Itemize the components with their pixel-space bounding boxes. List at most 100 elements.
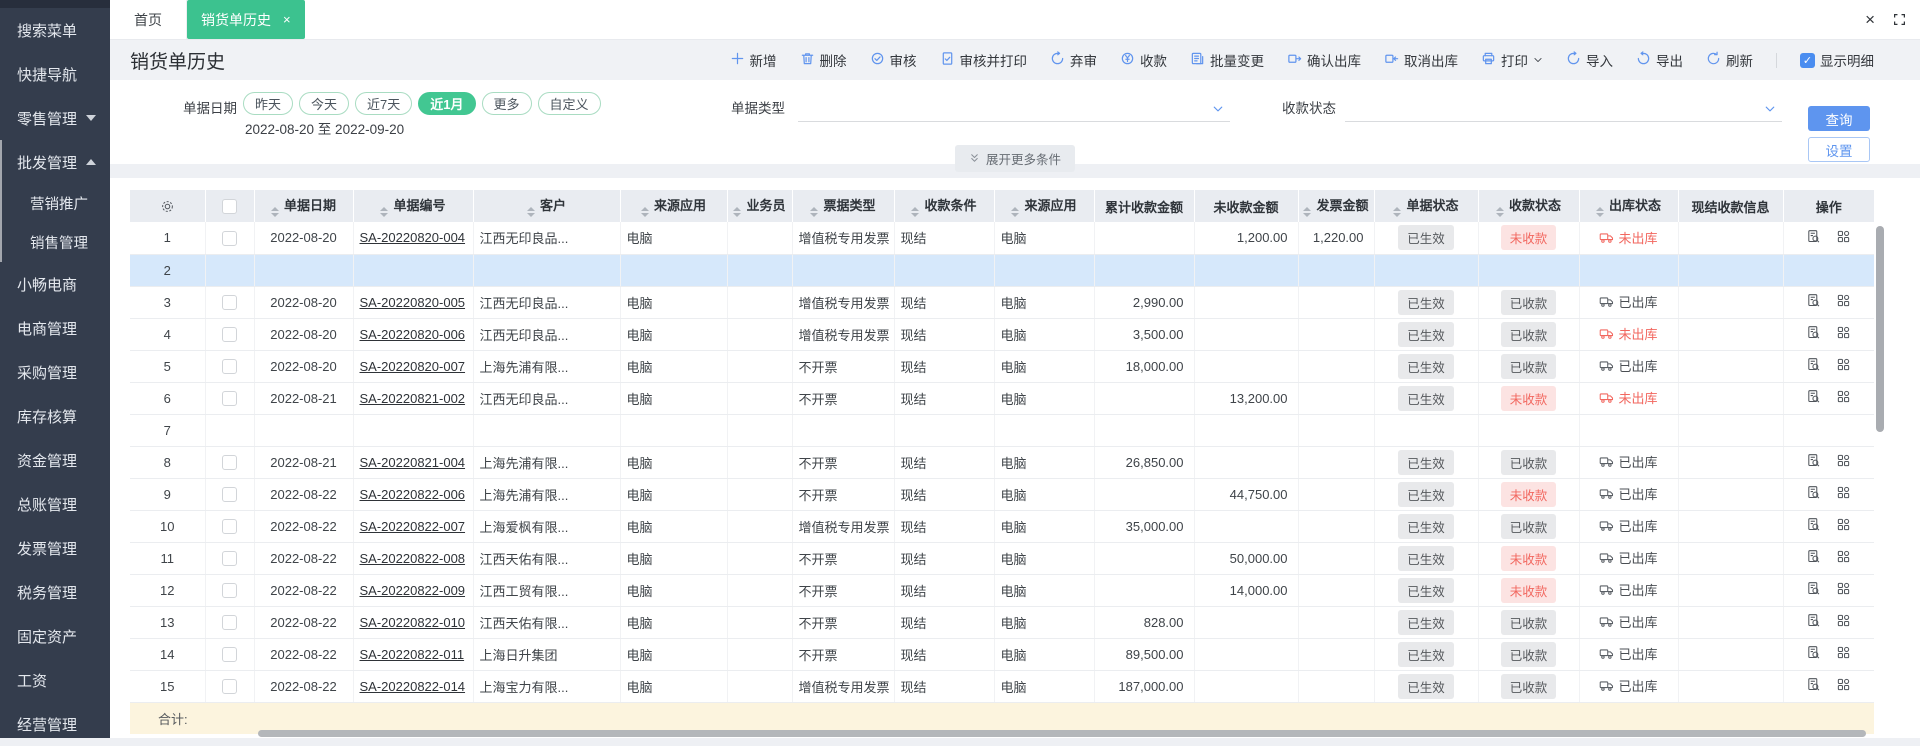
column-header-7[interactable]: 票据类型 [792,190,894,222]
doc-search-icon[interactable] [1806,677,1821,692]
sort-icon[interactable] [1496,207,1504,217]
toolbar-button-9[interactable]: 打印 [1481,50,1543,70]
grid-icon[interactable] [1836,325,1851,340]
grid-icon[interactable] [1836,645,1851,660]
sidebar-item-11[interactable]: 总账管理 [0,482,110,526]
grid-icon[interactable] [1836,549,1851,564]
row-checkbox[interactable] [222,487,237,502]
doc-number-link[interactable]: SA-20220821-002 [360,391,466,406]
doc-number-link[interactable]: SA-20220822-009 [360,583,466,598]
sort-icon[interactable] [1011,207,1019,217]
table-row-3[interactable]: 32022-08-20SA-20220820-005江西无印良品...电脑增值税… [130,286,1874,318]
grid-icon[interactable] [1836,613,1851,628]
settings-button[interactable]: 设置 [1808,137,1870,162]
sort-icon[interactable] [911,207,919,217]
column-header-15[interactable]: 出库状态 [1579,190,1678,222]
toolbar-button-11[interactable]: 导出 [1636,50,1683,70]
column-header-6[interactable]: 业务员 [727,190,792,222]
date-pill-0[interactable]: 昨天 [243,92,293,115]
date-pill-5[interactable]: 自定义 [538,92,601,115]
column-header-13[interactable]: 单据状态 [1374,190,1478,222]
doc-number-link[interactable]: SA-20220822-011 [360,647,465,662]
table-row-1[interactable]: 12022-08-20SA-20220820-004江西无印良品...电脑增值税… [130,222,1874,254]
column-header-11[interactable]: 未收款金额 [1194,190,1298,222]
column-header-16[interactable]: 现结收款信息 [1678,190,1783,222]
column-header-12[interactable]: 发票金额 [1298,190,1374,222]
doc-number-link[interactable]: SA-20220821-004 [360,455,466,470]
doc-search-icon[interactable] [1806,549,1821,564]
column-header-9[interactable]: 来源应用 [994,190,1094,222]
table-row-2[interactable]: 2 [130,254,1874,286]
column-header-4[interactable]: 客户 [473,190,620,222]
sidebar-item-8[interactable]: 采购管理 [0,350,110,394]
grid-icon[interactable] [1836,485,1851,500]
doc-number-link[interactable]: SA-20220820-004 [360,230,466,245]
row-checkbox[interactable] [222,231,237,246]
vertical-scrollbar-thumb[interactable] [1876,226,1884,432]
doc-search-icon[interactable] [1806,645,1821,660]
table-row-7[interactable]: 7 [130,414,1874,446]
row-checkbox[interactable] [222,295,237,310]
grid-icon[interactable] [1836,229,1851,244]
row-checkbox[interactable] [222,615,237,630]
column-header-2[interactable]: 单据日期 [254,190,353,222]
column-header-8[interactable]: 收款条件 [894,190,994,222]
doc-search-icon[interactable] [1806,581,1821,596]
row-checkbox[interactable] [222,583,237,598]
doc-search-icon[interactable] [1806,389,1821,404]
show-detail-toggle[interactable]: ✓显示明细 [1800,50,1874,70]
column-header-1[interactable] [205,190,254,222]
doc-number-link[interactable]: SA-20220820-007 [360,359,466,374]
sort-icon[interactable] [733,207,741,217]
row-checkbox[interactable] [222,327,237,342]
tab-close-icon[interactable]: × [283,12,291,27]
grid-icon[interactable] [1836,517,1851,532]
table-row-10[interactable]: 102022-08-22SA-20220822-007上海爱枫有限...电脑增值… [130,510,1874,542]
sort-icon[interactable] [527,207,535,217]
sidebar-item-13[interactable]: 税务管理 [0,570,110,614]
doc-search-icon[interactable] [1806,517,1821,532]
table-row-12[interactable]: 122022-08-22SA-20220822-009江西工贸有限...电脑不开… [130,574,1874,606]
row-checkbox[interactable] [222,519,237,534]
sidebar-item-0[interactable]: 搜索菜单 [0,8,110,52]
fullscreen-icon[interactable] [1893,13,1906,26]
sidebar-item-15[interactable]: 工资 [0,658,110,702]
tab-sales-history[interactable]: 销货单历史 × [187,0,305,39]
pay-status-select[interactable] [1345,90,1782,122]
doc-search-icon[interactable] [1806,325,1821,340]
sidebar-item-6[interactable]: 小畅电商 [0,262,110,306]
toolbar-button-4[interactable]: 弃审 [1050,50,1097,70]
column-header-0[interactable] [130,190,205,222]
sidebar-item-14[interactable]: 固定资产 [0,614,110,658]
sort-icon[interactable] [1303,207,1311,217]
row-checkbox[interactable] [222,455,237,470]
expand-more-conditions-button[interactable]: 展开更多条件 [955,145,1075,172]
sidebar-item-12[interactable]: 发票管理 [0,526,110,570]
column-header-3[interactable]: 单据编号 [353,190,473,222]
doc-search-icon[interactable] [1806,293,1821,308]
date-range-value[interactable]: 2022-08-20 至 2022-09-20 [245,118,404,138]
doc-search-icon[interactable] [1806,357,1821,372]
sidebar-item-4[interactable]: 营销推广 [2,184,110,223]
grid-icon[interactable] [1836,581,1851,596]
table-row-6[interactable]: 62022-08-21SA-20220821-002江西无印良品...电脑不开票… [130,382,1874,414]
doc-number-link[interactable]: SA-20220822-007 [360,519,466,534]
sort-icon[interactable] [271,207,279,217]
doc-number-link[interactable]: SA-20220822-010 [360,615,466,630]
table-row-13[interactable]: 132022-08-22SA-20220822-010江西天佑有限...电脑不开… [130,606,1874,638]
sidebar-item-10[interactable]: 资金管理 [0,438,110,482]
sidebar-item-9[interactable]: 库存核算 [0,394,110,438]
query-button[interactable]: 查询 [1808,106,1870,131]
date-pill-2[interactable]: 近7天 [355,92,412,115]
doc-number-link[interactable]: SA-20220820-005 [360,295,466,310]
table-row-14[interactable]: 142022-08-22SA-20220822-011上海日升集团电脑不开票现结… [130,638,1874,670]
sidebar-item-1[interactable]: 快捷导航 [0,52,110,96]
toolbar-button-5[interactable]: 收款 [1120,50,1167,70]
table-row-9[interactable]: 92022-08-22SA-20220822-006上海先浦有限...电脑不开票… [130,478,1874,510]
toolbar-button-0[interactable]: 新增 [730,50,777,70]
sort-icon[interactable] [641,207,649,217]
toolbar-button-6[interactable]: 批量变更 [1190,50,1264,70]
grid-icon[interactable] [1836,677,1851,692]
sidebar-item-16[interactable]: 经营管理 [0,702,110,746]
sidebar-item-2[interactable]: 零售管理 [0,96,110,140]
